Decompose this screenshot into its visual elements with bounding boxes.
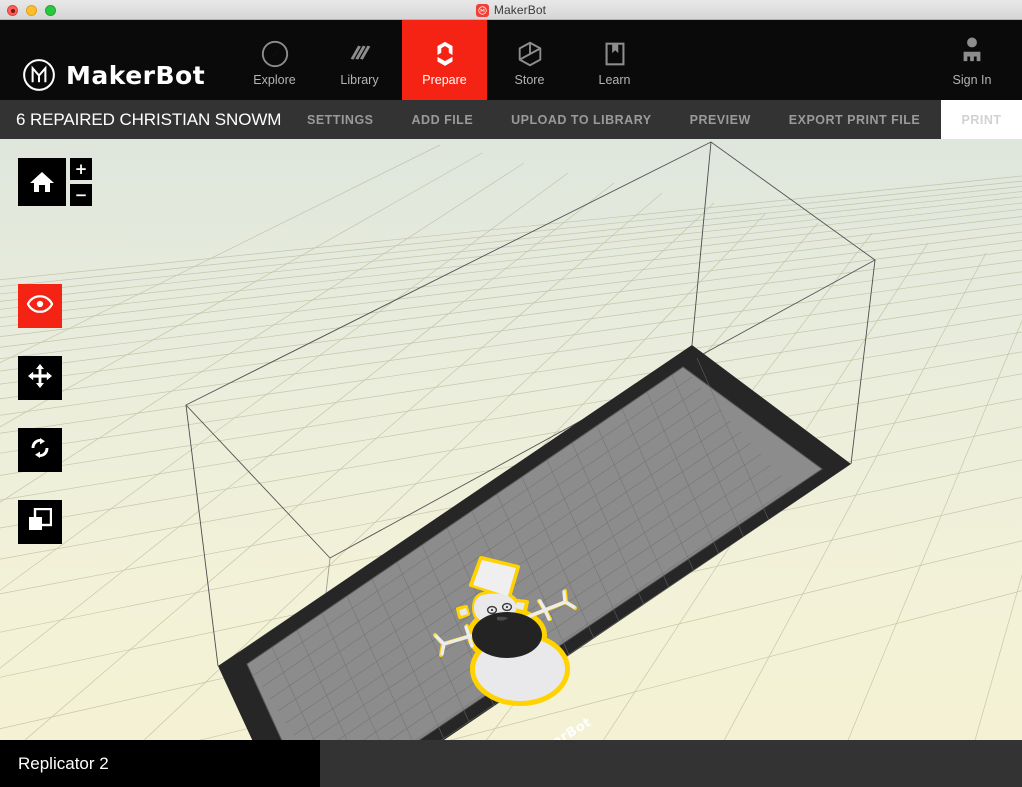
makerbot-mark-icon [22,58,56,92]
home-view-button[interactable] [18,158,66,206]
export-print-file-button[interactable]: EXPORT PRINT FILE [770,100,939,139]
window-title-group: MakerBot [0,0,1022,20]
rotate-tool-button[interactable] [18,428,62,472]
nav-item-store[interactable]: Store [487,20,572,100]
3d-scene: MakerBot [0,141,1022,787]
status-bar-right [320,740,1022,787]
sign-in-label: Sign In [952,72,992,87]
printer-panel[interactable]: Replicator 2 [0,740,320,787]
print-button[interactable]: PRINT [941,100,1022,139]
makerbot-wordmark: MakerBot [66,60,206,90]
nav-label-prepare: Prepare [422,73,467,87]
nav-item-explore[interactable]: Explore [232,20,317,100]
upload-to-library-button[interactable]: UPLOAD TO LIBRARY [492,100,670,139]
books-stack-icon [345,33,375,69]
preview-button[interactable]: PREVIEW [671,100,770,139]
view-tool-button[interactable] [18,284,62,328]
model-midsection [472,612,542,658]
window-title: MakerBot [493,3,547,17]
makerbot-logo[interactable]: MakerBot [22,58,205,92]
printer-name: Replicator 2 [18,753,109,773]
nav-items: Explore Library Prepare Store Learn [232,20,657,100]
move-icon [28,363,52,393]
cube-icon [515,33,545,69]
window-titlebar: MakerBot [0,0,1022,20]
scale-icon [28,507,53,537]
status-bar: Replicator 2 [0,740,1022,787]
user-icon [958,34,986,69]
makerbot-print-window: MakerBot MakerBot Explore Library Prepar… [0,0,1022,787]
nav-item-library[interactable]: Library [317,20,402,100]
move-tool-button[interactable] [18,356,62,400]
nav-label-library: Library [340,73,379,87]
nav-label-learn: Learn [598,73,631,87]
zoom-controls: + − [70,158,92,206]
nav-label-store: Store [514,73,545,87]
makerbot-icon [475,3,489,17]
eye-icon [26,294,54,319]
compass-icon [260,33,290,69]
build-plate [218,345,851,787]
view-controls: + − [18,158,92,206]
nav-label-explore: Explore [253,73,296,87]
add-file-button[interactable]: ADD FILE [393,100,493,139]
zoom-out-button[interactable]: − [70,184,92,206]
book-bookmark-icon [600,33,630,69]
sign-in-button[interactable]: Sign In [930,20,1014,100]
project-title[interactable]: 6 REPAIRED CHRISTIAN SNOWM [0,100,288,139]
nav-item-prepare[interactable]: Prepare [402,20,487,100]
zoom-in-button[interactable]: + [70,158,92,180]
3d-viewport[interactable]: MakerBot [0,139,1022,787]
main-navbar: MakerBot Explore Library Prepare Store L… [0,20,1022,100]
rotate-icon [28,436,52,465]
nav-item-learn[interactable]: Learn [572,20,657,100]
prepare-hexagon-icon [430,33,460,69]
settings-button[interactable]: SETTINGS [288,100,393,139]
model-tools [18,284,62,544]
project-toolbar: 6 REPAIRED CHRISTIAN SNOWM SETTINGS ADD … [0,100,1022,139]
scale-tool-button[interactable] [18,500,62,544]
